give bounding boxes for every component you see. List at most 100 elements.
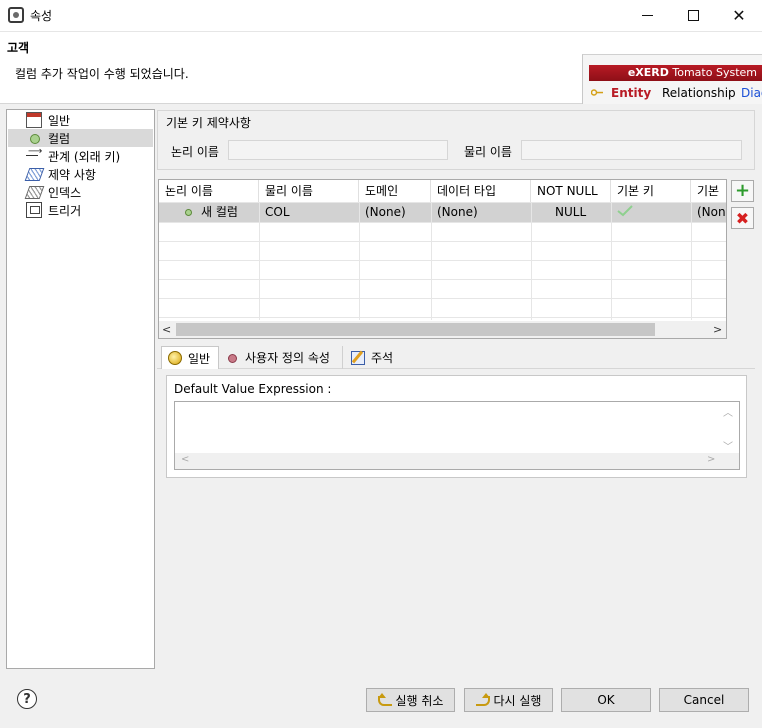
cell-physical-name[interactable]: COL — [259, 203, 359, 222]
brand-company: Tomato System — [672, 66, 757, 79]
redo-label: 다시 실행 — [493, 693, 542, 708]
relationship-icon — [26, 146, 42, 164]
redo-button[interactable]: 다시 실행 — [464, 688, 553, 712]
redo-icon — [475, 693, 490, 706]
column-header-logical[interactable]: 논리 이름 — [159, 180, 259, 202]
grid-line — [431, 202, 432, 320]
cancel-button[interactable]: Cancel — [659, 688, 749, 712]
scroll-right-icon[interactable]: > — [707, 454, 715, 465]
add-column-button[interactable]: + — [731, 180, 754, 202]
tab-general[interactable]: 일반 — [161, 346, 219, 369]
maximize-button[interactable] — [670, 0, 716, 31]
tree-item-label: 트리거 — [48, 203, 82, 218]
trigger-icon — [26, 202, 42, 218]
tree-item-label: 컬럼 — [48, 131, 71, 146]
scroll-left-icon[interactable]: < — [181, 454, 189, 465]
grid-line — [159, 222, 726, 223]
brand-name: eXERD — [627, 66, 669, 79]
banner-tabs: Entity Relationship Diag — [589, 85, 762, 103]
grid-line — [159, 279, 726, 280]
table-icon — [26, 112, 42, 128]
banner-strip: eXERD Tomato System — [589, 65, 762, 81]
column-header-domain[interactable]: 도메인 — [359, 180, 431, 202]
tab-label: 사용자 정의 속성 — [245, 351, 330, 365]
minimize-button[interactable] — [624, 0, 670, 31]
banner-tab-relationship[interactable]: Relationship — [662, 86, 736, 100]
maximize-icon — [687, 10, 699, 21]
cell-default[interactable]: (None — [691, 203, 726, 222]
tree-item-label: 인덱스 — [48, 185, 82, 200]
scrollbar-thumb[interactable] — [176, 323, 655, 336]
help-icon: ? — [23, 691, 31, 707]
column-header-datatype[interactable]: 데이터 타입 — [431, 180, 531, 202]
textarea-horizontal-scrollbar[interactable]: < > — [175, 453, 739, 469]
horizontal-scrollbar[interactable]: < > — [159, 321, 726, 338]
window-title: 속성 — [30, 9, 53, 23]
tree-item-label: 관계 (외래 키) — [48, 149, 121, 164]
close-icon: ✕ — [732, 5, 746, 25]
tree-item-label: 일반 — [48, 113, 71, 128]
index-icon — [26, 184, 42, 200]
plus-icon: + — [734, 180, 751, 201]
pk-physical-name-label: 물리 이름 — [464, 145, 512, 159]
grid-line — [159, 298, 726, 299]
cell-notnull[interactable]: NULL — [531, 203, 611, 222]
grid-line — [691, 202, 692, 320]
tree-item-triggers[interactable]: 트리거 — [8, 201, 153, 219]
tab-user-defined-properties[interactable]: 사용자 정의 속성 — [219, 346, 343, 369]
tree-item-columns[interactable]: 컬럼 — [8, 129, 153, 147]
help-button[interactable]: ? — [17, 689, 37, 709]
scroll-up-icon[interactable]: ︿ — [723, 404, 733, 419]
undo-icon — [377, 693, 392, 706]
grid-line — [159, 260, 726, 261]
scroll-right-icon[interactable]: > — [713, 321, 722, 338]
key-icon — [591, 89, 603, 96]
constraint-icon — [26, 166, 42, 182]
delete-column-button[interactable]: ✖ — [731, 207, 754, 229]
tree-item-general[interactable]: 일반 — [8, 111, 153, 129]
property-tree: 일반 컬럼 관계 (외래 키) 제약 사항 인덱스 트리거 — [6, 109, 155, 669]
pk-physical-name-field[interactable] — [521, 140, 742, 160]
dialog-header: 고객 컬럼 추가 작업이 수행 되었습니다. eXERD Tomato Syst… — [0, 32, 762, 104]
undo-button[interactable]: 실행 취소 — [366, 688, 455, 712]
comment-icon — [351, 350, 365, 365]
tab-label: 주석 — [371, 351, 394, 365]
tree-item-indexes[interactable]: 인덱스 — [8, 183, 153, 201]
undo-label: 실행 취소 — [395, 693, 444, 708]
close-button[interactable]: ✕ — [716, 0, 762, 31]
grid-line — [159, 241, 726, 242]
general-icon — [168, 351, 182, 365]
status-message: 컬럼 추가 작업이 수행 되었습니다. — [15, 67, 189, 81]
column-header-physical[interactable]: 물리 이름 — [259, 180, 359, 202]
tab-comment[interactable]: 주석 — [345, 346, 401, 369]
scroll-down-icon[interactable]: ﹀ — [723, 438, 733, 453]
column-icon — [185, 209, 192, 216]
column-header-default[interactable]: 기본 — [691, 180, 726, 202]
cell-domain[interactable]: (None) — [359, 203, 431, 222]
ok-button[interactable]: OK — [561, 688, 651, 712]
pk-logical-name-field[interactable] — [228, 140, 448, 160]
banner-tab-entity[interactable]: Entity — [611, 86, 651, 100]
column-header-primarykey[interactable]: 기본 키 — [611, 180, 691, 202]
column-header-notnull[interactable]: NOT NULL — [531, 180, 611, 202]
scroll-left-icon[interactable]: < — [162, 321, 171, 338]
tree-item-constraints[interactable]: 제약 사항 — [8, 165, 153, 183]
pk-logical-name-label: 논리 이름 — [171, 145, 219, 159]
product-banner: eXERD Tomato System Entity Relationship … — [582, 54, 762, 104]
columns-table: 논리 이름 물리 이름 도메인 데이터 타입 NOT NULL 기본 키 기본 … — [158, 179, 727, 339]
page-title: 고객 — [7, 41, 30, 55]
default-value-label: Default Value Expression : — [174, 382, 332, 396]
user-property-icon — [225, 351, 239, 365]
cell-primarykey[interactable] — [611, 203, 691, 222]
cell-logical-name[interactable]: 새 컬럼 — [159, 203, 259, 222]
tree-item-relationships[interactable]: 관계 (외래 키) — [8, 146, 153, 165]
app-icon — [8, 7, 24, 23]
checkmark-icon — [617, 205, 633, 217]
delete-icon: ✖ — [735, 208, 750, 228]
grid-line — [359, 202, 360, 320]
banner-tab-diagram[interactable]: Diag — [741, 86, 762, 100]
column-icon — [26, 130, 42, 146]
grid-line — [611, 202, 612, 320]
cell-datatype[interactable]: (None) — [431, 203, 531, 222]
minimize-icon — [641, 15, 653, 16]
